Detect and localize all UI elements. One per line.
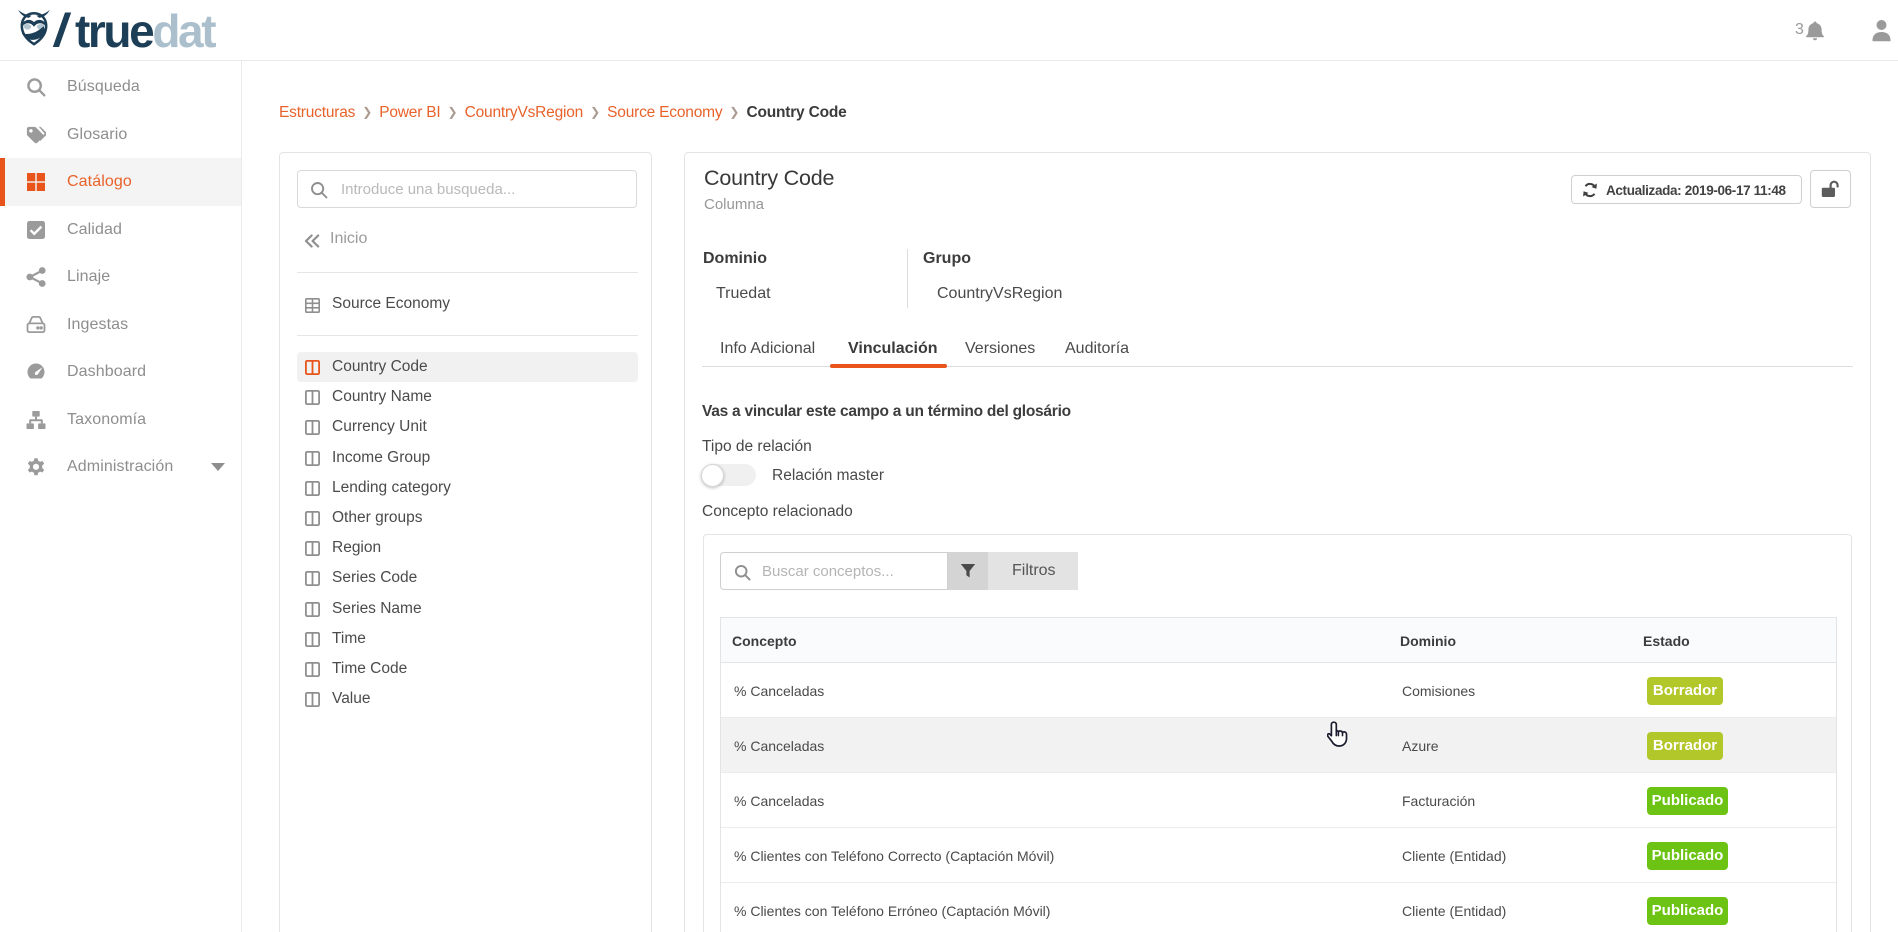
svg-text:truedat: truedat xyxy=(75,9,216,51)
